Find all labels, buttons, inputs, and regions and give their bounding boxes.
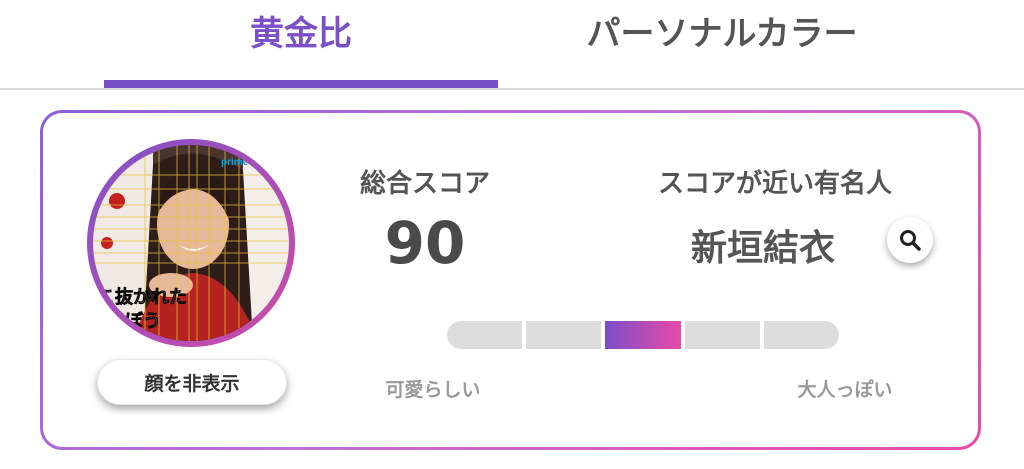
search-icon <box>900 230 921 251</box>
face-photo-image: prime こ抜かれた ぼう <box>93 145 289 341</box>
result-card: prime こ抜かれた ぼう 顔を非表示 総合スコア 90 スコアが近い有名人 … <box>40 110 981 450</box>
face-photo: prime こ抜かれた ぼう <box>93 145 289 341</box>
similar-celebrity-name: 新垣結衣 <box>690 228 835 269</box>
search-button[interactable] <box>887 217 933 263</box>
photo-caption-line1: こ抜かれた <box>97 286 187 308</box>
total-score-value: 90 <box>384 209 466 277</box>
hide-face-button[interactable]: 顔を非表示 <box>97 359 287 405</box>
meter-segment-5 <box>763 321 840 349</box>
meter-segment-1 <box>447 321 523 349</box>
meter-segment-3-active <box>605 321 681 349</box>
tab-personal-color[interactable]: パーソナルカラー <box>540 0 904 88</box>
style-meter <box>447 321 840 349</box>
photo-caption-line2: ぼう <box>125 311 161 332</box>
face-photo-frame: prime こ抜かれた ぼう <box>87 139 295 347</box>
meter-right-label: 大人っぽい <box>797 379 893 401</box>
result-card-body: prime こ抜かれた ぼう 顔を非表示 総合スコア 90 スコアが近い有名人 … <box>43 113 978 447</box>
meter-left-label: 可愛らしい <box>385 379 481 401</box>
total-score-label: 総合スコア <box>359 169 490 199</box>
tab-bar: 黄金比 パーソナルカラー <box>0 0 1024 90</box>
meter-segment-2 <box>526 321 602 349</box>
meter-segment-4 <box>684 321 760 349</box>
similar-celebrity-label: スコアが近い有名人 <box>657 169 892 199</box>
tab-golden-ratio[interactable]: 黄金比 <box>104 0 498 88</box>
active-tab-indicator <box>104 80 498 88</box>
prime-badge: prime <box>221 157 249 168</box>
